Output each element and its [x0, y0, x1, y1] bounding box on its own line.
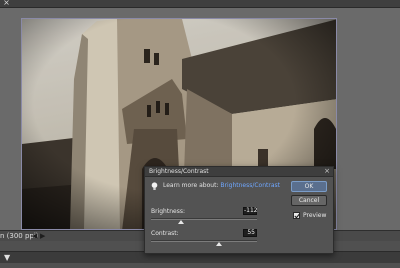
brightness-value-field[interactable]: -112: [243, 207, 258, 215]
brightness-slider-track[interactable]: [151, 218, 257, 220]
contrast-label: Contrast:: [151, 230, 179, 237]
contrast-slider-thumb[interactable]: [215, 242, 222, 246]
lightbulb-icon: [151, 182, 158, 190]
contrast-slider-track[interactable]: [151, 240, 257, 242]
preview-label: Preview: [303, 212, 327, 219]
cancel-button[interactable]: Cancel: [291, 195, 327, 206]
preview-checkbox[interactable]: [293, 212, 300, 219]
close-icon[interactable]: ×: [324, 167, 330, 176]
learn-more-link[interactable]: Brightness/Contrast: [220, 182, 280, 189]
dialog-titlebar[interactable]: Brightness/Contrast ×: [145, 167, 333, 177]
learn-more-text: Learn more about: Brightness/Contrast: [163, 182, 280, 190]
contrast-value-field[interactable]: 55: [243, 229, 257, 237]
brightness-contrast-dialog: Brightness/Contrast × Learn more about: …: [144, 166, 334, 254]
previous-icon[interactable]: ◀: [32, 233, 37, 240]
brightness-slider-thumb[interactable]: [177, 220, 184, 224]
next-icon[interactable]: ▶: [40, 233, 45, 240]
checkmark-icon: [294, 213, 300, 219]
learn-more-prefix: Learn more about:: [163, 182, 219, 189]
editor-window: × n (300 ppi) ◀ ▶ ▼ Brightness/Contrast …: [0, 0, 400, 268]
document-tab-bar: ×: [0, 0, 400, 8]
close-icon[interactable]: ×: [2, 0, 11, 8]
brightness-label: Brightness:: [151, 208, 185, 215]
collapse-arrow-icon[interactable]: ▼: [4, 253, 10, 262]
ok-button[interactable]: OK: [291, 181, 327, 192]
dialog-title: Brightness/Contrast: [149, 168, 209, 175]
